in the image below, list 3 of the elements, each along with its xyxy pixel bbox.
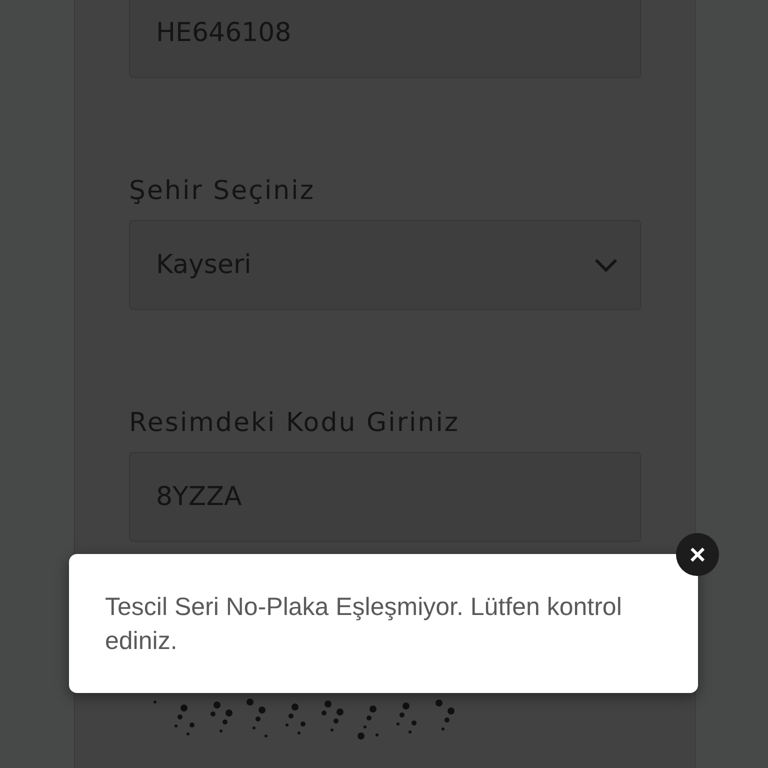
close-button[interactable]: × xyxy=(676,533,719,576)
alert-message: Tescil Seri No-Plaka Eşleşmiyor. Lütfen kontrol ediniz. xyxy=(105,592,623,657)
chevron-down-icon xyxy=(594,258,618,272)
